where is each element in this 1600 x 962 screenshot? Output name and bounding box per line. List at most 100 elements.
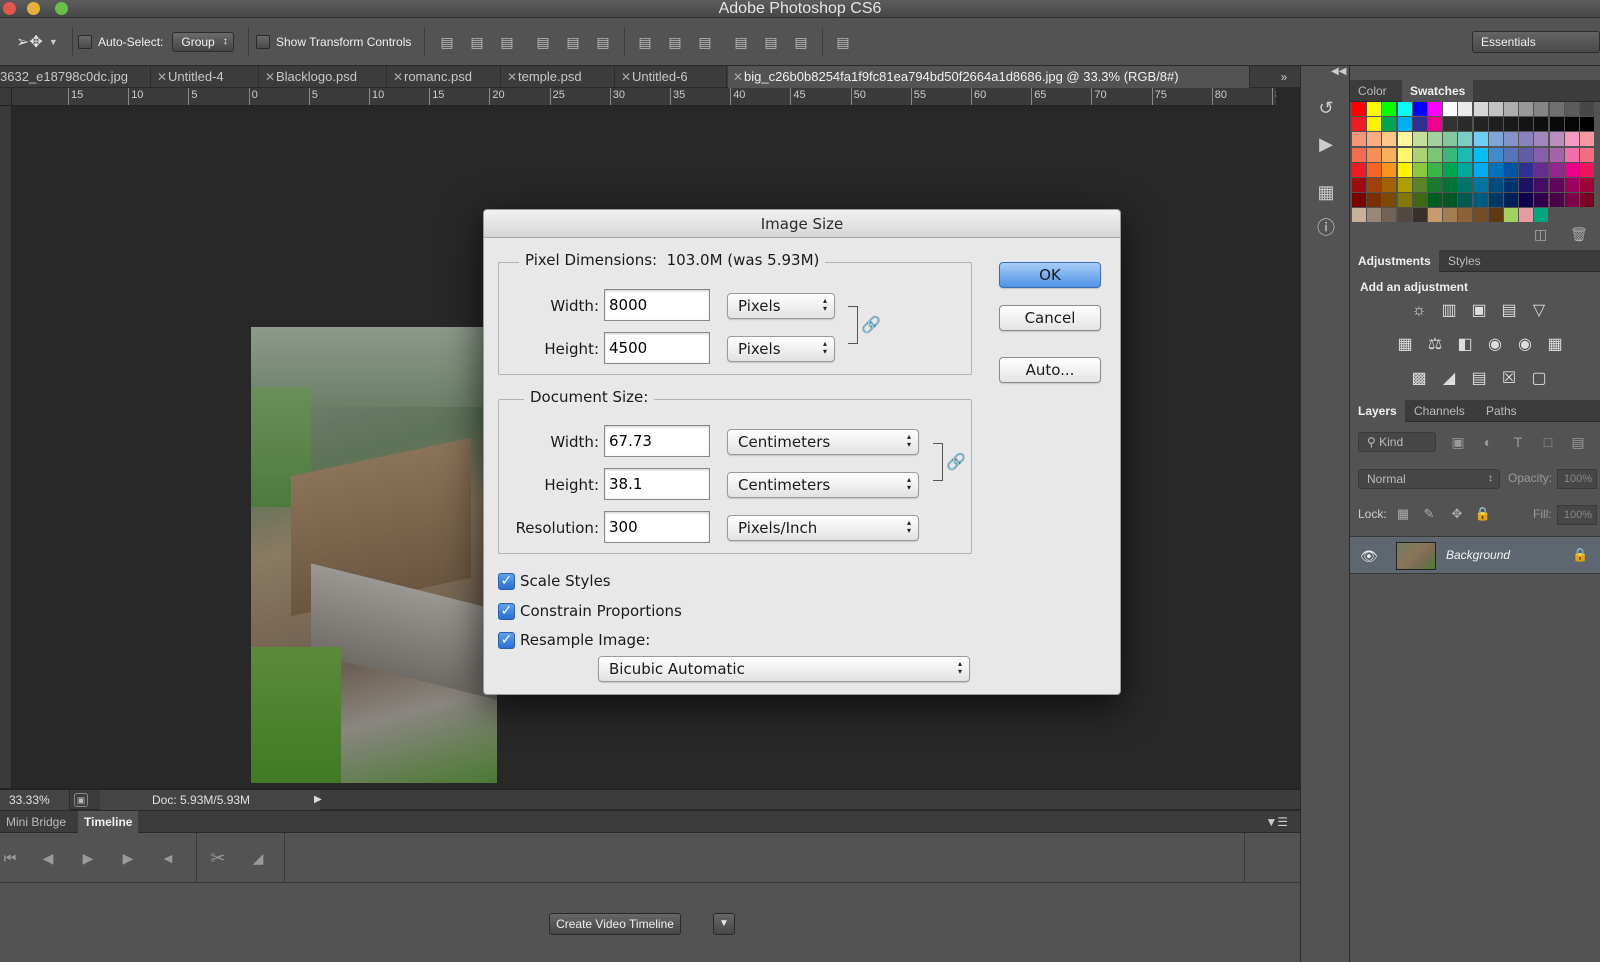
layer-row[interactable]: 👁 Background 🔒 (1350, 536, 1600, 574)
swatch[interactable] (1367, 132, 1382, 147)
tab-document[interactable]: ✕ Untitled-4 (152, 66, 259, 88)
opacity-input[interactable]: 100% (1557, 469, 1597, 489)
swatch[interactable] (1519, 102, 1534, 116)
swatch[interactable] (1580, 132, 1594, 147)
window-zoom-button[interactable] (55, 2, 68, 15)
scale-styles-option[interactable]: ✓ Scale Styles (498, 570, 611, 592)
close-icon[interactable]: ✕ (157, 66, 167, 88)
swatch[interactable] (1352, 162, 1366, 177)
swatch[interactable] (1352, 193, 1366, 208)
channel-mixer-icon[interactable]: ◉ (1514, 334, 1536, 356)
tab-channels[interactable]: Channels (1406, 400, 1473, 422)
swatch[interactable] (1580, 193, 1594, 208)
next-frame-icon[interactable]: ▶ (118, 848, 138, 868)
close-icon[interactable]: ✕ (393, 66, 403, 88)
swatch[interactable] (1504, 132, 1518, 147)
swatch[interactable] (1412, 117, 1427, 132)
swatch[interactable] (1504, 102, 1518, 116)
swatch[interactable] (1519, 147, 1534, 162)
swatch[interactable] (1564, 178, 1579, 192)
swatch[interactable] (1473, 208, 1488, 223)
swatch[interactable] (1443, 102, 1458, 116)
swatch[interactable] (1534, 147, 1549, 162)
swatch[interactable] (1367, 147, 1382, 162)
filter-adjustment-icon[interactable]: ◐ (1478, 432, 1498, 452)
swatch[interactable] (1397, 117, 1412, 132)
swatch[interactable] (1488, 132, 1503, 147)
swatch[interactable] (1580, 162, 1594, 177)
distribute-right-icon[interactable]: ▤ (792, 33, 810, 51)
go-to-first-frame-icon[interactable]: ⏮ (0, 848, 20, 868)
history-icon[interactable]: ↺ (1314, 96, 1338, 120)
swatch[interactable] (1382, 193, 1397, 208)
auto-select-dropdown[interactable]: Group (172, 32, 234, 52)
show-transform-checkbox[interactable] (256, 35, 270, 49)
swatch[interactable] (1352, 178, 1366, 192)
properties-icon[interactable]: ▦ (1314, 180, 1338, 204)
resample-image-option[interactable]: ✓ Resample Image: (498, 629, 650, 651)
resample-method-select[interactable]: Bicubic Automatic (598, 656, 970, 682)
window-minimize-button[interactable] (27, 2, 40, 15)
swatch[interactable] (1504, 117, 1518, 132)
vibrance-icon[interactable]: ▽ (1528, 300, 1550, 322)
dialog-titlebar[interactable]: Image Size (484, 210, 1120, 238)
swatch[interactable] (1397, 147, 1412, 162)
swatch[interactable] (1549, 132, 1564, 147)
tab-swatches[interactable]: Swatches (1402, 80, 1474, 102)
resolution-unit-select[interactable]: Pixels/Inch (727, 515, 919, 541)
swatch[interactable] (1428, 147, 1442, 162)
pixel-width-input[interactable] (604, 289, 710, 321)
status-proof-icon[interactable]: ▣ (74, 793, 88, 807)
swatch[interactable] (1473, 162, 1488, 177)
vertical-ruler[interactable] (0, 106, 12, 788)
filter-shape-icon[interactable]: □ (1538, 432, 1558, 452)
swatch[interactable] (1564, 102, 1579, 116)
swatch[interactable] (1458, 132, 1473, 147)
tab-document-active[interactable]: ✕ big_c26b0b8254fa1f9fc81ea794bd50f2664a… (728, 66, 1250, 88)
swatch[interactable] (1428, 102, 1442, 116)
align-right-icon[interactable]: ▤ (594, 33, 612, 51)
lock-position-icon[interactable]: ✥ (1448, 505, 1466, 523)
swatch[interactable] (1458, 162, 1473, 177)
swatch[interactable] (1412, 193, 1427, 208)
swatch[interactable] (1473, 117, 1488, 132)
swatch[interactable] (1473, 193, 1488, 208)
ok-button[interactable]: OK (999, 262, 1101, 288)
swatch[interactable] (1564, 193, 1579, 208)
visibility-eye-icon[interactable]: 👁 (1360, 546, 1380, 566)
audio-icon[interactable]: ◄ (158, 848, 178, 868)
swatch[interactable] (1458, 117, 1473, 132)
swatch[interactable] (1488, 193, 1503, 208)
swatch[interactable] (1564, 162, 1579, 177)
swatch[interactable] (1519, 117, 1534, 132)
swatch[interactable] (1458, 147, 1473, 162)
tab-document[interactable]: ✕ romanc.psd (388, 66, 501, 88)
distribute-left-icon[interactable]: ▤ (732, 33, 750, 51)
swatch[interactable] (1412, 208, 1427, 223)
swatch[interactable] (1580, 178, 1594, 192)
delete-swatch-icon[interactable]: 🗑 (1570, 226, 1588, 243)
swatch[interactable] (1352, 208, 1366, 223)
lock-image-icon[interactable]: ✎ (1420, 505, 1438, 523)
swatch[interactable] (1458, 208, 1473, 223)
swatch[interactable] (1428, 117, 1442, 132)
swatch[interactable] (1473, 178, 1488, 192)
transition-icon[interactable]: ◢ (248, 848, 268, 868)
black-white-icon[interactable]: ◧ (1454, 334, 1476, 356)
swatch[interactable] (1397, 193, 1412, 208)
swatch[interactable] (1504, 147, 1518, 162)
distribute-vcenter-icon[interactable]: ▤ (666, 33, 684, 51)
filter-pixel-icon[interactable]: ▣ (1448, 432, 1468, 452)
swatch[interactable] (1564, 117, 1579, 132)
lock-transparent-icon[interactable]: ▦ (1394, 505, 1412, 523)
swatch[interactable] (1352, 117, 1366, 132)
swatch[interactable] (1443, 162, 1458, 177)
levels-icon[interactable]: ▥ (1438, 300, 1460, 322)
collapse-panels-icon[interactable]: ◀◀ (1331, 66, 1346, 77)
status-menu-arrow-icon[interactable]: ▶ (314, 790, 328, 810)
selective-color-icon[interactable]: ☒ (1498, 368, 1520, 390)
info-icon[interactable]: ⓘ (1314, 216, 1338, 240)
pixel-height-unit-select[interactable]: Pixels (727, 336, 835, 362)
swatch[interactable] (1534, 193, 1549, 208)
swatch[interactable] (1488, 117, 1503, 132)
